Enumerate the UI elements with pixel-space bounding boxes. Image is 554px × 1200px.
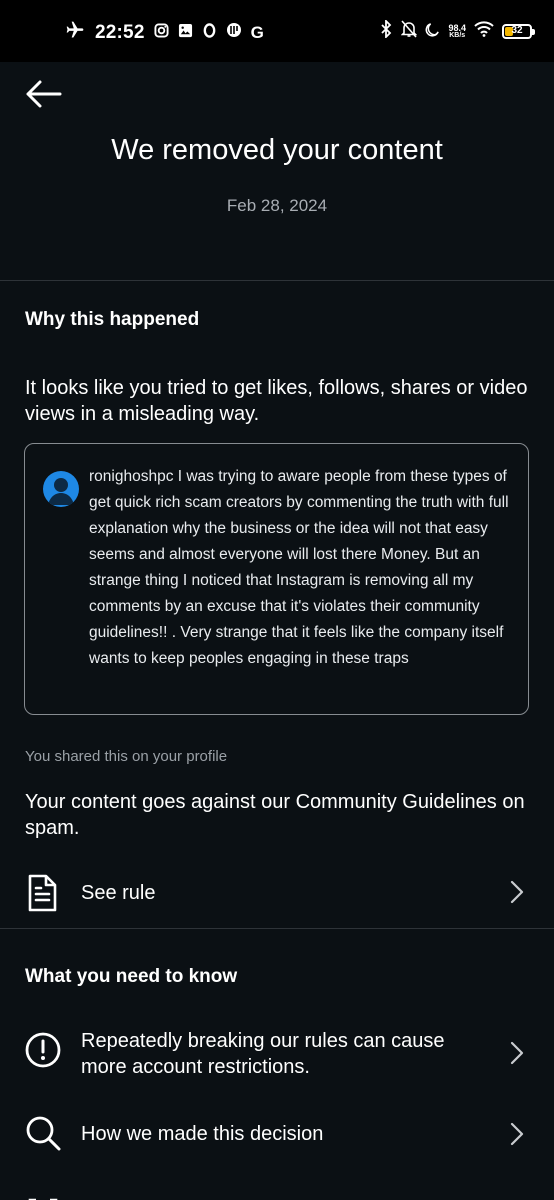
page-title: We removed your content [111,134,443,166]
partial-row[interactable] [0,1190,554,1200]
alert-circle-icon [24,1031,62,1074]
status-bar: 22:52 G 98.4 KB/s 32 [0,0,554,62]
battery-level: 32 [511,25,523,36]
o-icon [202,22,217,43]
know-item-label: Repeatedly breaking our rules can cause … [81,1030,445,1078]
know-item-decision[interactable]: How we made this decision [0,1112,554,1156]
app-icon [226,22,242,43]
removal-date: Feb 28, 2024 [226,196,328,215]
chevron-right-icon [510,1041,524,1070]
google-icon: G [250,22,264,42]
know-item-restrictions[interactable]: Repeatedly breaking our rules can cause … [0,1025,554,1085]
airplane-icon [64,20,86,45]
know-heading: What you need to know [25,966,238,987]
battery-icon: 32 [502,24,535,39]
avatar [43,471,79,507]
guideline-text: Your content goes against our Community … [25,791,525,839]
network-speed-unit: KB/s [449,31,466,39]
screen: 22:52 G 98.4 KB/s 32 We removed your con… [0,0,554,1200]
instagram-icon [154,22,169,43]
status-bar-right: 98.4 KB/s 32 [379,18,535,43]
back-button[interactable] [22,74,66,114]
partial-row-icon [24,1193,62,1200]
moon-icon [425,22,440,42]
see-rule-label: See rule [81,882,156,904]
removed-comment-card: ronighoshpc I was trying to aware people… [24,443,529,715]
network-speed: 98.4 KB/s [448,22,466,40]
network-speed-value: 98.4 [448,22,466,33]
status-time: 22:52 [95,21,145,43]
divider [0,280,554,281]
bluetooth-icon [379,18,393,43]
wifi-icon [474,21,494,42]
why-explanation: It looks like you tried to get likes, fo… [25,377,528,425]
see-rule-row[interactable]: See rule [0,870,554,916]
why-heading: Why this happened [25,309,200,330]
shared-on-profile-label: You shared this on your profile [25,748,228,765]
muted-bell-icon [401,20,418,43]
search-icon [24,1114,62,1157]
chevron-right-icon [510,880,524,909]
chevron-right-icon [510,1122,524,1151]
know-item-label: How we made this decision [81,1123,324,1145]
document-icon [24,873,60,918]
divider [0,928,554,929]
gallery-icon [178,23,193,43]
status-bar-left: 22:52 G [64,20,264,45]
back-arrow-icon [26,80,62,108]
comment-text: ronighoshpc I was trying to aware people… [89,468,509,667]
